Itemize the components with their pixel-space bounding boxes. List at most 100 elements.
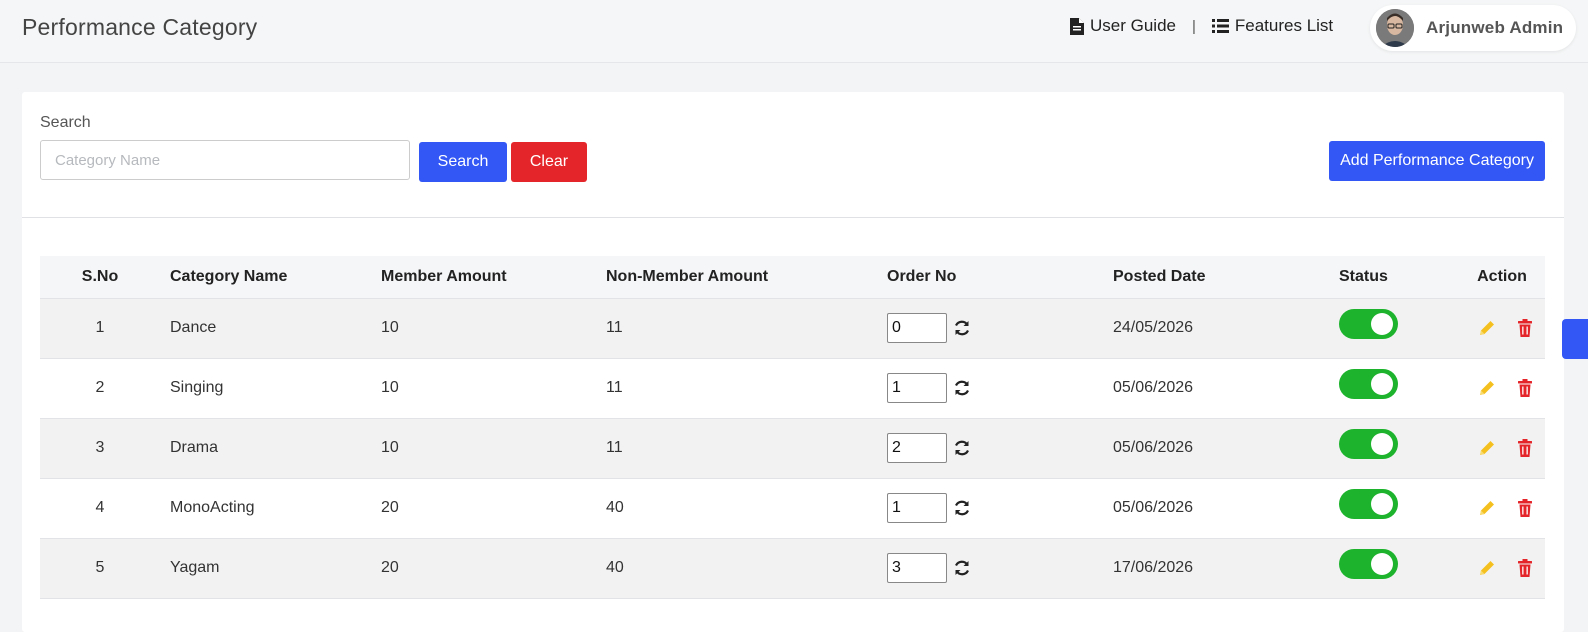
pencil-icon[interactable] xyxy=(1477,378,1497,398)
header-order-no: Order No xyxy=(887,267,957,285)
cell-category-name: Yagam xyxy=(170,537,381,599)
table-row: 3 Drama 10 11 05/06/2026 xyxy=(40,417,1545,478)
header-posted-date: Posted Date xyxy=(1113,267,1206,285)
refresh-icon[interactable] xyxy=(953,439,971,457)
pencil-icon[interactable] xyxy=(1477,498,1497,518)
trash-icon[interactable] xyxy=(1515,498,1535,518)
header-category-name: Category Name xyxy=(170,267,288,285)
header-status: Status xyxy=(1339,267,1388,285)
cell-posted-date: 05/06/2026 xyxy=(1113,357,1339,418)
user-name: Arjunweb Admin xyxy=(1426,18,1564,37)
cell-status xyxy=(1339,477,1459,538)
divider xyxy=(22,217,1564,218)
refresh-icon[interactable] xyxy=(953,319,971,337)
order-no-input[interactable] xyxy=(887,553,947,583)
table-row: 4 MonoActing 20 40 05/06/2026 xyxy=(40,477,1545,538)
pencil-icon[interactable] xyxy=(1477,318,1497,338)
cell-non-member-amount: 11 xyxy=(606,357,887,418)
cell-order-no xyxy=(887,477,1113,538)
user-menu[interactable]: Arjunweb Admin xyxy=(1370,5,1576,51)
features-list-link[interactable]: Features List xyxy=(1211,16,1334,36)
user-guide-label: User Guide xyxy=(1090,16,1176,35)
cell-sno: 2 xyxy=(40,357,170,418)
trash-icon[interactable] xyxy=(1515,378,1535,398)
status-toggle[interactable] xyxy=(1339,369,1398,399)
table-row: 2 Singing 10 11 05/06/2026 xyxy=(40,357,1545,418)
cell-posted-date: 17/06/2026 xyxy=(1113,537,1339,599)
header-separator: | xyxy=(1191,17,1196,35)
cell-member-amount: 20 xyxy=(381,477,606,538)
cell-member-amount: 10 xyxy=(381,417,606,478)
cell-order-no xyxy=(887,357,1113,418)
cell-posted-date: 24/05/2026 xyxy=(1113,297,1339,358)
top-links: User Guide | Features List xyxy=(1070,16,1333,36)
cell-order-no xyxy=(887,417,1113,478)
cell-order-no xyxy=(887,297,1113,358)
cell-category-name: Drama xyxy=(170,417,381,478)
cell-sno: 1 xyxy=(40,297,170,358)
cell-status xyxy=(1339,417,1459,478)
cell-status xyxy=(1339,297,1459,358)
header-action: Action xyxy=(1477,267,1527,285)
cell-sno: 5 xyxy=(40,537,170,599)
clear-button[interactable]: Clear xyxy=(511,142,587,182)
order-no-input[interactable] xyxy=(887,373,947,403)
side-tab[interactable] xyxy=(1562,319,1588,359)
header-non-member-amount: Non-Member Amount xyxy=(606,267,769,285)
trash-icon[interactable] xyxy=(1515,558,1535,578)
table-header-row: S.No Category Name Member Amount Non-Mem… xyxy=(40,256,1545,298)
cell-posted-date: 05/06/2026 xyxy=(1113,477,1339,538)
avatar xyxy=(1376,9,1414,47)
header-sno: S.No xyxy=(81,267,119,285)
cell-member-amount: 10 xyxy=(381,297,606,358)
search-button[interactable]: Search xyxy=(419,142,507,182)
cell-non-member-amount: 11 xyxy=(606,417,887,478)
category-table: S.No Category Name Member Amount Non-Mem… xyxy=(40,256,1545,599)
refresh-icon[interactable] xyxy=(953,559,971,577)
status-toggle[interactable] xyxy=(1339,549,1398,579)
list-icon xyxy=(1211,19,1229,33)
cell-posted-date: 05/06/2026 xyxy=(1113,417,1339,478)
cell-action xyxy=(1459,477,1545,538)
cell-action xyxy=(1459,537,1545,599)
order-no-input[interactable] xyxy=(887,433,947,463)
cell-category-name: Singing xyxy=(170,357,381,418)
table-row: 5 Yagam 20 40 17/06/2026 xyxy=(40,537,1545,599)
refresh-icon[interactable] xyxy=(953,379,971,397)
pencil-icon[interactable] xyxy=(1477,438,1497,458)
trash-icon[interactable] xyxy=(1515,438,1535,458)
cell-category-name: MonoActing xyxy=(170,477,381,538)
status-toggle[interactable] xyxy=(1339,429,1398,459)
cell-status xyxy=(1339,537,1459,599)
order-no-input[interactable] xyxy=(887,313,947,343)
file-icon xyxy=(1070,17,1084,35)
cell-action xyxy=(1459,417,1545,478)
status-toggle[interactable] xyxy=(1339,489,1398,519)
top-bar: Performance Category User Guide | Featur… xyxy=(0,0,1588,63)
search-label: Search xyxy=(40,114,91,131)
table-row: 1 Dance 10 11 24/05/2026 xyxy=(40,297,1545,358)
pencil-icon[interactable] xyxy=(1477,558,1497,578)
cell-sno: 4 xyxy=(40,477,170,538)
add-performance-category-button[interactable]: Add Performance Category xyxy=(1329,141,1545,181)
cell-sno: 3 xyxy=(40,417,170,478)
user-guide-link[interactable]: User Guide xyxy=(1070,16,1176,36)
cell-non-member-amount: 11 xyxy=(606,297,887,358)
cell-member-amount: 10 xyxy=(381,357,606,418)
cell-status xyxy=(1339,357,1459,418)
main-card: Search Search Clear Add Performance Cate… xyxy=(22,92,1564,632)
search-input[interactable] xyxy=(40,140,410,180)
cell-action xyxy=(1459,297,1545,358)
order-no-input[interactable] xyxy=(887,493,947,523)
status-toggle[interactable] xyxy=(1339,309,1398,339)
header-member-amount: Member Amount xyxy=(381,267,507,285)
cell-member-amount: 20 xyxy=(381,537,606,599)
cell-non-member-amount: 40 xyxy=(606,537,887,599)
page-title: Performance Category xyxy=(22,14,258,40)
cell-non-member-amount: 40 xyxy=(606,477,887,538)
features-list-label: Features List xyxy=(1234,16,1334,35)
cell-category-name: Dance xyxy=(170,297,381,358)
refresh-icon[interactable] xyxy=(953,499,971,517)
cell-order-no xyxy=(887,537,1113,599)
trash-icon[interactable] xyxy=(1515,318,1535,338)
